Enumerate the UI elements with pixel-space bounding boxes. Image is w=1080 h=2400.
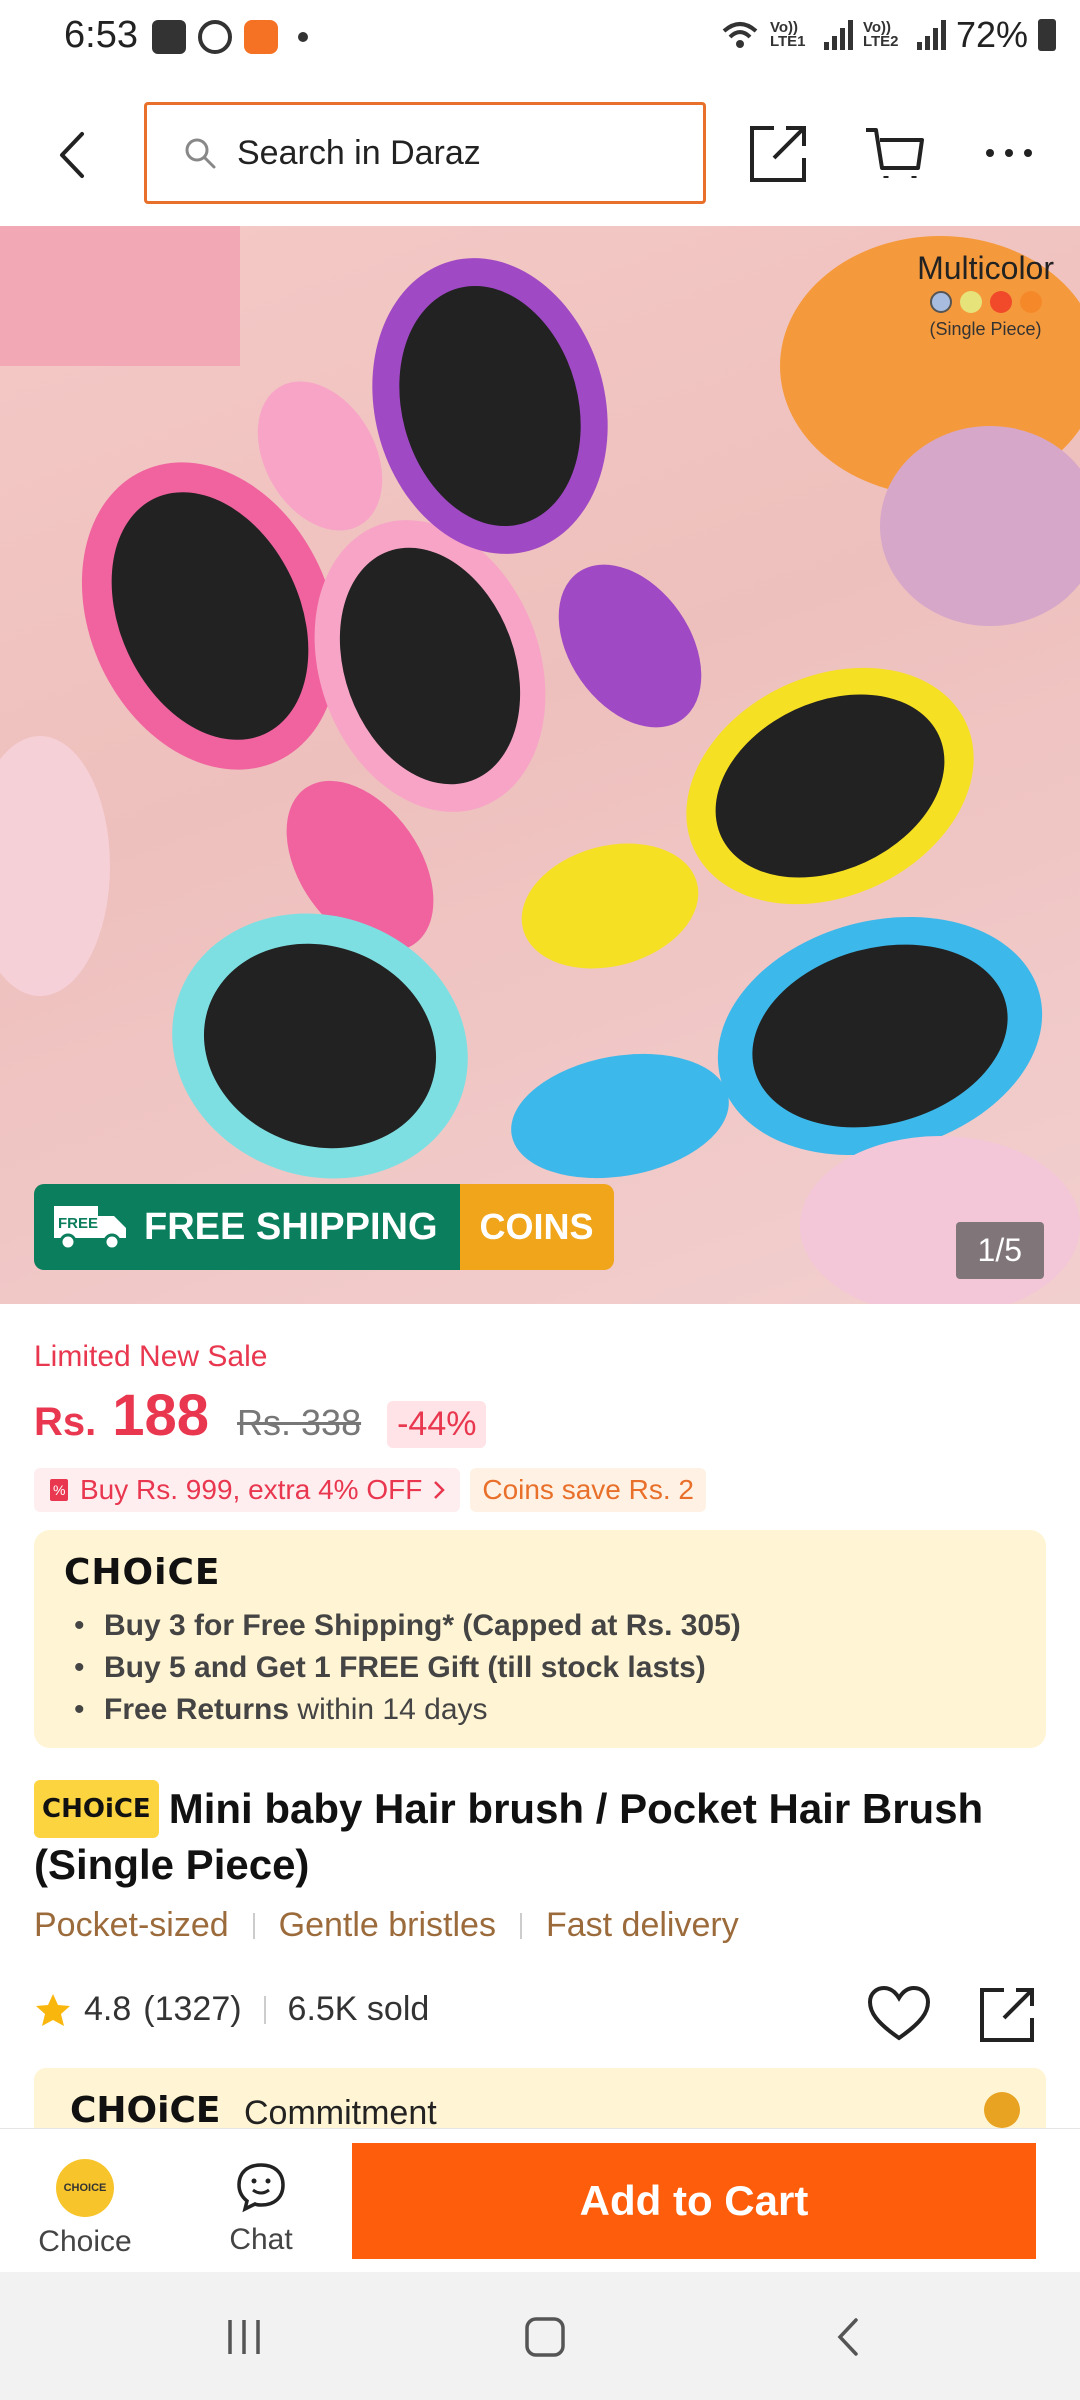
lte2-label: Vo)) LTE2 (862, 19, 899, 50)
search-input[interactable]: Search in Daraz (144, 102, 706, 204)
daraz-icon (244, 20, 278, 54)
chevron-right-icon (434, 1481, 446, 1499)
choice-commitment-banner[interactable]: CHOiCE Commitment (34, 2068, 1046, 2128)
choice-icon: CHOICE (56, 2159, 114, 2217)
back-button[interactable] (44, 120, 104, 190)
variant-swatches (917, 291, 1054, 313)
svg-text:%: % (53, 1482, 65, 1498)
discount-badge: -44% (387, 1401, 487, 1448)
choice-benefit-item: Free Returns within 14 days (64, 1689, 1016, 1731)
chat-icon (237, 2163, 285, 2213)
lte1-label: Vo)) LTE1 (769, 19, 806, 50)
wifi-icon (722, 22, 758, 48)
bundle-promo[interactable]: % Buy Rs. 999, extra 4% OFF (34, 1468, 461, 1512)
chevron-right-circle-icon (984, 2092, 1020, 2128)
battery-icon (1038, 19, 1056, 51)
truck-icon: FREE (54, 1206, 126, 1251)
current-price: 188 (112, 1383, 210, 1448)
review-count: (1327) (143, 1990, 242, 2028)
share-button[interactable] (744, 118, 814, 188)
price-row: Rs. 188 Rs. 338 -44% (34, 1382, 487, 1449)
sale-title: Limited New Sale (34, 1340, 268, 1373)
choice-label: Choice (38, 2225, 132, 2258)
variant-note: (Single Piece) (929, 319, 1042, 339)
search-placeholder: Search in Daraz (237, 133, 481, 172)
whatsapp-icon (198, 20, 232, 54)
coins-label: COINS (459, 1184, 614, 1270)
star-icon (36, 1993, 70, 2026)
original-price: Rs. 338 (237, 1402, 362, 1443)
commitment-label: Commitment (244, 2094, 437, 2128)
choice-benefits-box: CHOiCE Buy 3 for Free Shipping* (Capped … (34, 1530, 1046, 1748)
tag-item: Gentle bristles (278, 1906, 496, 1944)
tag-item: Fast delivery (545, 1906, 739, 1944)
choice-badge: CHOiCE (34, 1780, 159, 1838)
free-shipping-label: FREE FREE SHIPPING (34, 1184, 460, 1270)
tag-divider (252, 1912, 255, 1939)
home-button[interactable] (522, 2314, 568, 2360)
swatch-red (989, 291, 1012, 313)
rating-divider (263, 1995, 266, 2024)
add-to-cart-button[interactable]: Add to Cart (352, 2143, 1036, 2259)
rating-row[interactable]: 4.8 (1327) 6.5K sold (34, 1990, 429, 2029)
notification-icons (152, 20, 308, 54)
status-bar: 6:53 Vo)) LTE1 Vo)) LTE2 72% (0, 0, 1080, 80)
system-navigation-bar (0, 2272, 1080, 2400)
choice-benefit-item: Buy 5 and Get 1 FREE Gift (till stock la… (64, 1647, 1016, 1689)
share-product-icon[interactable] (976, 1984, 1038, 2046)
free-tag-text: FREE (58, 1215, 98, 1232)
bundle-promo-text: Buy Rs. 999, extra 4% OFF (80, 1474, 423, 1505)
signal-1-icon (823, 20, 853, 50)
image-page-indicator: 1/5 (955, 1222, 1044, 1279)
search-icon (185, 138, 216, 169)
bottom-action-bar: CHOICE Choice Chat Add to Cart (0, 2128, 1080, 2272)
choice-benefits-list: Buy 3 for Free Shipping* (Capped at Rs. … (64, 1605, 1016, 1731)
price-currency: Rs. (34, 1400, 97, 1444)
free-shipping-text: FREE SHIPPING (144, 1205, 438, 1248)
choice-logo: CHOiCE (64, 1552, 221, 1593)
product-image-carousel[interactable]: Multicolor (Single Piece) FREE FREE SHIP… (0, 226, 1080, 1304)
battery-percent: 72% (955, 14, 1028, 55)
chat-label: Chat (229, 2223, 293, 2256)
sold-count: 6.5K sold (287, 1990, 430, 2028)
chat-button[interactable]: Chat (206, 2159, 316, 2257)
voucher-icon: % (50, 1479, 68, 1501)
choice-benefit-item: Buy 3 for Free Shipping* (Capped at Rs. … (64, 1605, 1016, 1647)
recent-apps-button[interactable] (222, 2314, 268, 2360)
swatch-yellow (959, 291, 982, 313)
product-title-text: Mini baby Hair brush / Pocket Hair Brush… (34, 1785, 984, 1888)
signal-2-icon (916, 20, 946, 50)
more-options-button[interactable] (974, 118, 1044, 188)
product-tags: Pocket-sized Gentle bristles Fast delive… (34, 1906, 739, 1945)
promo-row: % Buy Rs. 999, extra 4% OFF Coins save R… (34, 1468, 706, 1512)
variant-label: Multicolor (Single Piece) (917, 250, 1054, 340)
wishlist-heart-icon[interactable] (866, 1984, 932, 2044)
status-time: 6:53 (64, 14, 138, 56)
tag-divider (519, 1912, 522, 1939)
gallery-icon (152, 20, 186, 54)
swatch-blue (929, 291, 952, 313)
tag-item: Pocket-sized (34, 1906, 229, 1944)
status-right: Vo)) LTE1 Vo)) LTE2 72% (720, 14, 1056, 56)
hair-brushes-image (0, 226, 1080, 1304)
commitment-logo: CHOiCE (70, 2090, 221, 2128)
product-title: CHOiCE Mini baby Hair brush / Pocket Hair… (34, 1780, 1046, 1892)
variant-name: Multicolor (917, 250, 1054, 286)
more-notifications-icon (298, 32, 308, 42)
system-back-button[interactable] (826, 2314, 872, 2360)
swatch-orange (1019, 291, 1042, 313)
top-nav: Search in Daraz (0, 80, 1080, 226)
rating-value: 4.8 (84, 1990, 132, 2028)
choice-nav-button[interactable]: CHOICE Choice (30, 2159, 140, 2259)
coins-promo: Coins save Rs. 2 (470, 1468, 706, 1512)
free-shipping-banner: FREE FREE SHIPPING COINS (34, 1184, 614, 1270)
cart-button[interactable] (860, 118, 930, 188)
